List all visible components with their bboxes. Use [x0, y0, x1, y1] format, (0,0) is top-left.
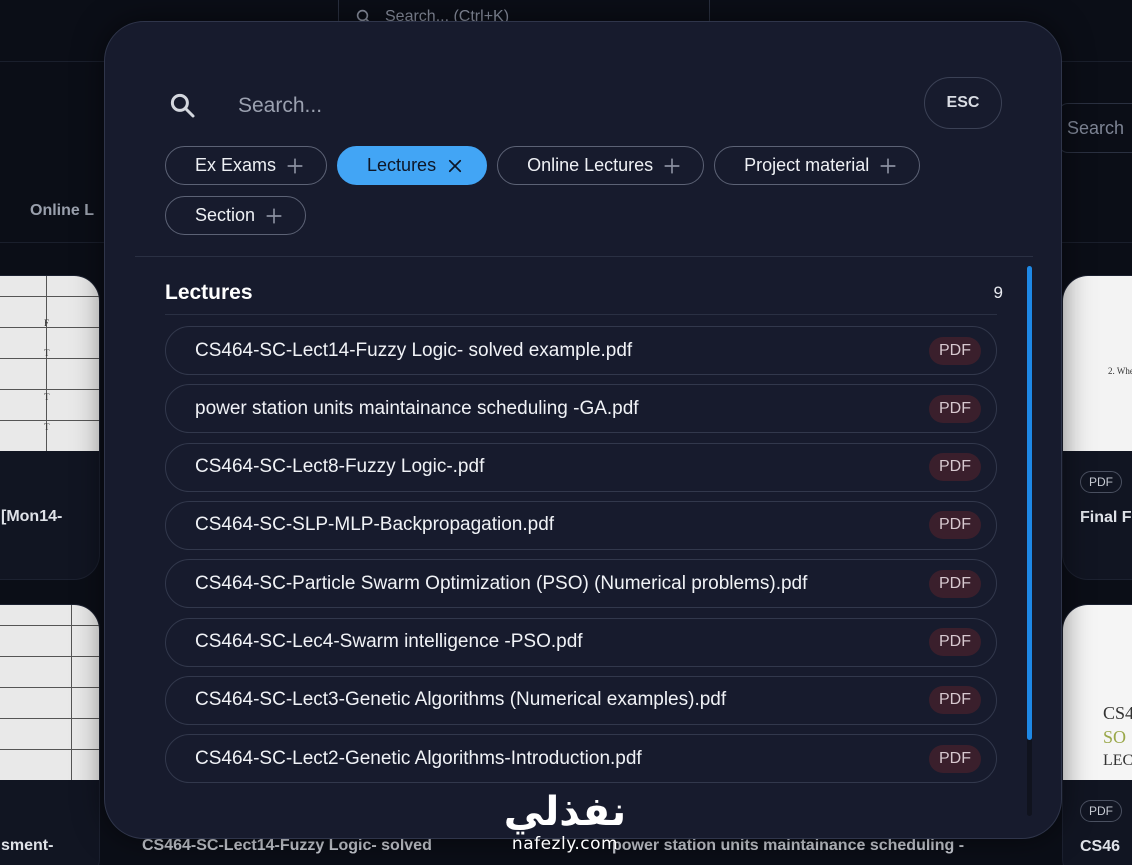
file-type-badge: PDF — [929, 394, 981, 423]
result-file-name: CS464-SC-SLP-MLP-Backpropagation.pdf — [195, 514, 555, 536]
background-card-right-bottom[interactable]: CS4 SO LEC PDF CS46 — [1062, 604, 1132, 865]
result-item[interactable]: CS464-SC-Lec4-Swarm intelligence -PSO.pd… — [165, 617, 997, 667]
card-title: [Mon14- — [1, 508, 63, 525]
background-search-field[interactable]: Search — [1058, 103, 1132, 153]
result-item[interactable]: CS464-SC-Particle Swarm Optimization (PS… — [165, 559, 997, 609]
file-type-badge: PDF — [929, 628, 981, 656]
pdf-chip: PDF — [1080, 800, 1122, 822]
result-file-name: CS464-SC-Particle Swarm Optimization (PS… — [195, 572, 808, 594]
filter-chip-ex-exams[interactable]: Ex Exams — [165, 146, 328, 185]
result-file-name: CS464-SC-Lect14-Fuzzy Logic- solved exam… — [195, 339, 633, 361]
result-item[interactable]: CS464-SC-SLP-MLP-Backpropagation.pdf PDF — [165, 500, 997, 550]
file-type-badge: PDF — [929, 336, 981, 365]
divider — [135, 256, 1033, 257]
background-search-field-placeholder: Search — [1067, 117, 1125, 138]
file-type-badge: PDF — [929, 453, 981, 482]
filter-chip-lectures[interactable]: Lectures — [337, 146, 488, 185]
background-card-left-bottom[interactable]: sment- — [0, 604, 100, 865]
result-item[interactable]: CS464-SC-Lect2-Genetic Algorithms-Introd… — [165, 734, 997, 784]
filter-chips: Ex Exams Lectures Online Lectures Project m… — [165, 146, 985, 235]
search-icon — [170, 93, 195, 118]
chip-label: Online Lectures — [527, 155, 654, 175]
watermark-logo: نفذلي nafezly.com — [503, 789, 627, 854]
chip-label: Section — [195, 205, 256, 225]
esc-button[interactable]: ESC — [924, 77, 1002, 129]
filter-chip-project-material[interactable]: Project material — [714, 146, 921, 185]
search-bar — [165, 82, 1005, 130]
background-card-left-top[interactable]: F T T T [Mon14- — [0, 275, 100, 580]
plus-icon[interactable] — [879, 157, 897, 175]
card-title: CS46 — [1080, 838, 1121, 855]
scrollbar-thumb[interactable] — [1027, 266, 1032, 740]
result-item[interactable]: CS464-SC-Lect3-Genetic Algorithms (Numer… — [165, 675, 997, 725]
chip-label: Project material — [744, 155, 870, 175]
search-input[interactable] — [238, 94, 838, 118]
close-icon[interactable] — [446, 157, 464, 175]
result-item[interactable]: CS464-SC-Lect8-Fuzzy Logic-.pdf PDF — [165, 442, 997, 492]
chip-label: Ex Exams — [195, 155, 277, 175]
background-card-right-top[interactable]: 2. Whe PDF Final F — [1062, 275, 1132, 580]
card-title: sment- — [1, 837, 54, 854]
file-type-badge: PDF — [929, 569, 981, 598]
plus-icon[interactable] — [663, 157, 681, 175]
result-file-name: CS464-SC-Lect2-Genetic Algorithms-Introd… — [195, 747, 642, 769]
result-item[interactable]: power station units maintainance schedul… — [165, 384, 997, 434]
section-header: Lectures 9 — [165, 272, 1003, 314]
chip-label: Lectures — [367, 155, 437, 175]
background-card-title: power station units maintainance schedul… — [612, 837, 965, 854]
plus-icon[interactable] — [286, 157, 304, 175]
document-thumbnail: 2. Whe — [1063, 276, 1132, 451]
plus-icon[interactable] — [265, 207, 283, 225]
result-file-name: CS464-SC-Lect3-Genetic Algorithms (Numer… — [195, 689, 727, 711]
section-count: 9 — [993, 283, 1003, 302]
file-type-badge: PDF — [929, 744, 981, 773]
document-thumbnail: CS4 SO LEC — [1063, 605, 1132, 780]
search-modal: ESC Ex Exams Lectures Online Lectures Proje… — [104, 21, 1062, 839]
result-file-name: power station units maintainance schedul… — [195, 397, 639, 419]
background-card-title: CS464-SC-Lect14-Fuzzy Logic- solved — [142, 837, 432, 854]
result-item[interactable]: CS464-SC-Lect14-Fuzzy Logic- solved exam… — [165, 326, 997, 375]
document-thumbnail — [0, 605, 99, 780]
divider — [165, 314, 997, 315]
filter-chip-online-lectures[interactable]: Online Lectures — [497, 146, 705, 185]
background-tab[interactable]: Online L — [30, 202, 94, 220]
section-title: Lectures — [165, 281, 253, 304]
pdf-chip: PDF — [1080, 471, 1122, 493]
filter-chip-section[interactable]: Section — [165, 196, 307, 235]
result-file-name: CS464-SC-Lec4-Swarm intelligence -PSO.pd… — [195, 631, 583, 652]
file-type-badge: PDF — [929, 686, 981, 715]
file-type-badge: PDF — [929, 511, 981, 540]
document-thumbnail: F T T T — [0, 276, 99, 451]
card-title: Final F — [1080, 509, 1132, 526]
result-file-name: CS464-SC-Lect8-Fuzzy Logic-.pdf — [195, 456, 485, 478]
